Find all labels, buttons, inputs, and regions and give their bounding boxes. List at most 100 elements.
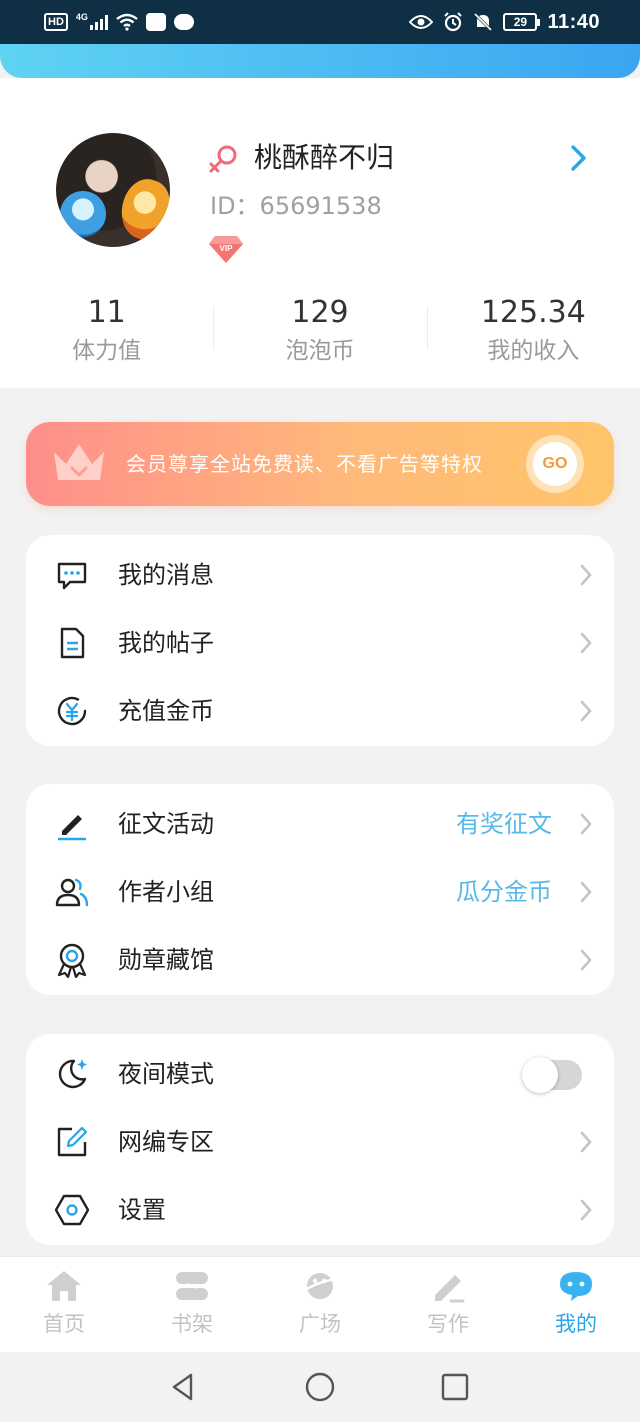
tab-label: 写作	[427, 1312, 469, 1336]
document-icon	[60, 627, 85, 659]
crown-icon	[54, 444, 104, 480]
hd-indicator: HD	[44, 13, 68, 31]
home-icon	[47, 1271, 81, 1301]
moon-icon	[58, 1059, 87, 1089]
chevron-right-icon	[580, 949, 592, 971]
stat-value: 125.34	[480, 295, 586, 330]
avatar-koi-decoration	[113, 172, 170, 246]
chevron-right-icon	[580, 564, 592, 586]
menu-item-recharge[interactable]: 充值金币	[26, 677, 614, 745]
stat-income[interactable]: 125.34 我的收入	[426, 292, 640, 372]
username[interactable]: 桃酥醉不归	[254, 138, 394, 178]
notification-app-icon	[145, 13, 166, 31]
menu-item-settings[interactable]: 设置	[26, 1176, 614, 1244]
stats-row: 11 体力值 129 泡泡币 125.34 我的收入	[0, 292, 640, 372]
tab-write[interactable]: 写作	[384, 1257, 512, 1352]
home-circle-icon[interactable]	[303, 1370, 337, 1404]
chevron-right-icon	[580, 813, 592, 835]
pen-icon	[58, 815, 86, 841]
menu-card-community: 征文活动 有奖征文 作者小组 瓜分金币 勋章藏馆	[26, 784, 614, 995]
users-icon	[55, 878, 89, 907]
tab-me[interactable]: 我的	[512, 1257, 640, 1352]
avatar-wave-decoration	[60, 191, 106, 237]
menu-item-tag: 瓜分金币	[456, 878, 552, 906]
tab-square[interactable]: 广场	[256, 1257, 384, 1352]
chevron-right-icon	[580, 881, 592, 903]
menu-item-night-mode[interactable]: 夜间模式	[26, 1040, 614, 1108]
menu-item-essay-contest[interactable]: 征文活动 有奖征文	[26, 790, 614, 858]
vip-diamond-icon[interactable]: VIP	[208, 232, 244, 264]
stat-value: 129	[291, 295, 349, 330]
menu-item-messages[interactable]: 我的消息	[26, 541, 614, 609]
alarm-icon	[444, 12, 463, 32]
menu-item-label: 我的消息	[118, 561, 214, 589]
toggle-knob	[522, 1057, 558, 1093]
profile-section: 桃酥醉不归 ID：65691538 VIP 11 体力值 129 泡泡币 125…	[0, 78, 640, 388]
stat-bubble-coins[interactable]: 129 泡泡币	[213, 292, 426, 372]
signal-icon	[89, 14, 108, 30]
chevron-right-icon	[580, 1131, 592, 1153]
tab-label: 首页	[43, 1312, 85, 1336]
planet-icon	[302, 1273, 338, 1299]
menu-item-label: 征文活动	[118, 810, 214, 838]
chevron-right-icon	[580, 632, 592, 654]
clock: 11:40	[547, 10, 600, 33]
chevron-right-icon	[580, 1199, 592, 1221]
tab-label: 我的	[555, 1312, 597, 1336]
network-type: 4G	[75, 12, 88, 22]
stat-label: 泡泡币	[285, 338, 355, 364]
chevron-right-icon	[580, 700, 592, 722]
stat-value: 11	[87, 295, 126, 330]
stat-stamina[interactable]: 11 体力值	[0, 292, 213, 372]
message-notification-icon	[173, 14, 194, 30]
bookshelf-icon	[176, 1272, 208, 1300]
status-bar: HD 4G 29 11:40	[0, 0, 640, 44]
stat-label: 体力值	[72, 338, 142, 364]
vip-promo-text: 会员尊享全站免费读、不看广告等特权	[126, 452, 483, 476]
tab-home[interactable]: 首页	[0, 1257, 128, 1352]
female-gender-icon	[209, 145, 237, 173]
yuan-coin-icon	[57, 696, 87, 726]
stat-label: 我的收入	[487, 338, 580, 364]
tab-bookshelf[interactable]: 书架	[128, 1257, 256, 1352]
tab-label: 书架	[171, 1312, 213, 1336]
back-triangle-icon[interactable]	[166, 1370, 200, 1404]
menu-item-label: 作者小组	[118, 878, 214, 906]
go-button-label: GO	[533, 442, 577, 486]
menu-item-tag: 有奖征文	[456, 810, 552, 838]
wifi-icon	[116, 13, 138, 31]
battery-indicator: 29	[503, 13, 541, 31]
menu-item-label: 我的帖子	[118, 629, 214, 657]
status-left: HD 4G	[44, 10, 194, 34]
recents-square-icon[interactable]	[438, 1370, 472, 1404]
menu-item-label: 夜间模式	[118, 1060, 214, 1088]
menu-item-editor-zone[interactable]: 网编专区	[26, 1108, 614, 1176]
write-icon	[435, 1275, 465, 1303]
menu-item-posts[interactable]: 我的帖子	[26, 609, 614, 677]
menu-item-label: 勋章藏馆	[118, 946, 214, 974]
header-banner	[0, 44, 640, 78]
medal-icon	[57, 943, 87, 978]
eye-icon	[409, 15, 434, 29]
menu-item-label: 充值金币	[118, 697, 214, 725]
menu-item-label: 设置	[118, 1196, 166, 1224]
vip-badge-text: VIP	[220, 244, 234, 253]
go-button[interactable]: GO	[526, 435, 584, 493]
menu-item-author-group[interactable]: 作者小组 瓜分金币	[26, 858, 614, 926]
bottom-tab-bar: 首页 书架 广场 写作 我的	[0, 1256, 640, 1352]
edit-box-icon	[57, 1126, 88, 1157]
chat-bubble-icon	[560, 1272, 592, 1301]
vip-promo-banner[interactable]: 会员尊享全站免费读、不看广告等特权 GO	[26, 422, 614, 506]
avatar[interactable]	[56, 133, 170, 247]
system-nav-bar	[0, 1352, 640, 1422]
menu-item-medal-hall[interactable]: 勋章藏馆	[26, 926, 614, 994]
menu-item-label: 网编专区	[118, 1128, 214, 1156]
chevron-right-icon[interactable]	[560, 140, 596, 176]
user-id: ID：65691538	[210, 192, 382, 220]
menu-card-account: 我的消息 我的帖子 充值金币	[26, 535, 614, 746]
night-mode-toggle[interactable]	[522, 1057, 582, 1093]
mute-bell-icon	[474, 12, 493, 32]
status-right: 29 11:40	[409, 10, 600, 34]
message-icon	[57, 562, 87, 590]
menu-card-settings: 夜间模式 网编专区 设置	[26, 1034, 614, 1245]
